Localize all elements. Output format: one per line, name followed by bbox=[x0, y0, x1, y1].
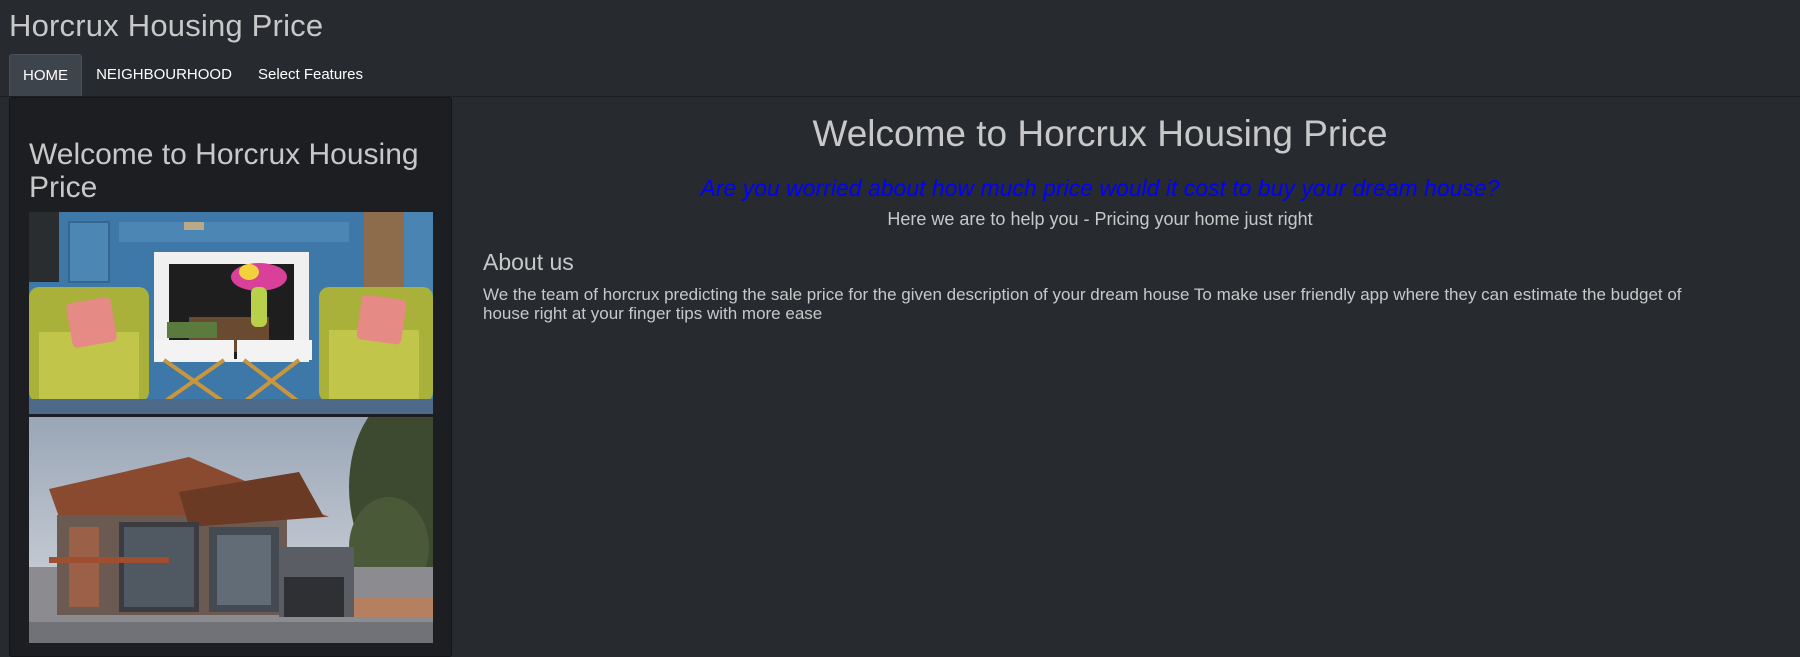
main-title: Welcome to Horcrux Housing Price bbox=[812, 113, 1388, 154]
house-exterior-photo bbox=[29, 417, 433, 643]
tab-select-features[interactable]: Select Features bbox=[247, 54, 374, 96]
tab-home[interactable]: HOME bbox=[9, 54, 82, 96]
living-room-photo bbox=[29, 212, 433, 414]
sidebar-title: Welcome to Horcrux Housing Price bbox=[29, 138, 419, 204]
tagline: Are you worried about how much price wou… bbox=[700, 175, 1500, 201]
about-text: We the team of horcrux predicting the sa… bbox=[483, 285, 1682, 323]
sidebar-panel: Welcome to Horcrux Housing Price bbox=[9, 97, 452, 657]
navbar: HOME NEIGHBOURHOOD Select Features bbox=[0, 54, 1800, 97]
about-heading: About us bbox=[483, 249, 574, 275]
app-title: Horcrux Housing Price bbox=[9, 8, 324, 43]
sub-tagline: Here we are to help you - Pricing your h… bbox=[887, 209, 1313, 229]
tab-neighbourhood[interactable]: NEIGHBOURHOOD bbox=[88, 54, 240, 96]
